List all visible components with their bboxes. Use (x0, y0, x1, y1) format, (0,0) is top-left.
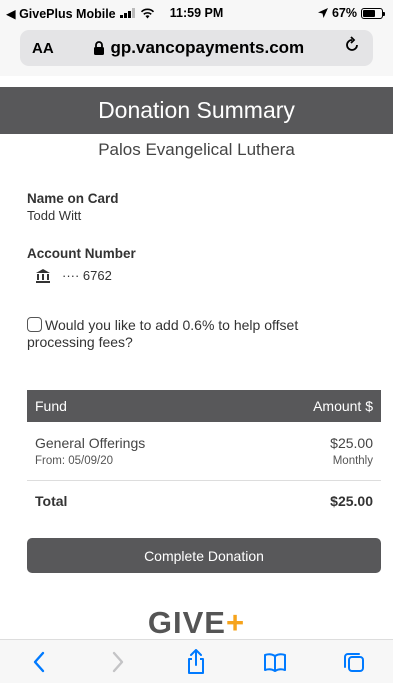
amount-column-header: Amount $ (313, 398, 373, 414)
status-bar: ◀ GivePlus Mobile 11:59 PM 67% (0, 0, 393, 26)
browser-chrome: AA gp.vancopayments.com (0, 26, 393, 76)
battery-percent: 67% (331, 6, 357, 20)
processing-fee-question: Would you like to add 0.6% to help offse… (27, 317, 299, 350)
location-arrow-icon (317, 8, 328, 18)
address-bar[interactable]: AA gp.vancopayments.com (20, 30, 373, 66)
fund-frequency: Monthly (332, 455, 373, 467)
tabs-button[interactable] (334, 642, 374, 682)
processing-fee-checkbox[interactable] (27, 317, 42, 332)
status-right: 67% (317, 6, 385, 20)
total-value: $25.00 (330, 493, 373, 509)
complete-donation-button[interactable]: Complete Donation (27, 538, 381, 573)
reload-button[interactable] (343, 36, 361, 60)
processing-fee-option[interactable]: Would you like to add 0.6% to help offse… (27, 317, 357, 351)
bookmarks-button[interactable] (255, 642, 295, 682)
url-field[interactable]: gp.vancopayments.com (93, 38, 305, 58)
name-on-card-label: Name on Card (27, 191, 119, 206)
back-to-app-link[interactable]: ◀ GivePlus Mobile (6, 6, 116, 21)
back-button[interactable] (19, 642, 59, 682)
tabs-icon (343, 652, 364, 672)
reader-view-button[interactable]: AA (32, 40, 54, 57)
reload-icon (346, 36, 358, 51)
bank-icon (36, 268, 50, 283)
organization-name: Palos Evangelical Luthera (98, 140, 295, 159)
cellular-signal-icon (119, 8, 135, 18)
logo-plus: + (225, 605, 246, 639)
share-icon (188, 648, 205, 674)
fund-name: General Offerings (35, 435, 146, 451)
account-number-label: Account Number (27, 246, 136, 261)
account-number-value: ···· 6762 (62, 268, 112, 283)
logo-text: GIVE (147, 605, 226, 639)
forward-button[interactable] (98, 642, 138, 682)
page-title-banner: Donation Summary (0, 87, 393, 134)
chevron-right-icon (112, 651, 124, 672)
giveplus-logo: GIVE+ (0, 605, 393, 639)
fund-amount: $25.00 (330, 435, 373, 451)
url-text: gp.vancopayments.com (110, 38, 305, 57)
battery-icon (361, 7, 385, 19)
book-icon (264, 652, 287, 672)
fund-column-header: Fund (35, 398, 67, 414)
fund-table-header: Fund Amount $ (27, 390, 381, 422)
page-title: Donation Summary (98, 97, 295, 123)
fund-start-date: From: 05/09/20 (35, 455, 113, 467)
name-on-card-value: Todd Witt (27, 208, 82, 223)
lock-icon (93, 40, 104, 55)
table-row: General Offerings $25.00 From: 05/09/20 … (27, 425, 381, 481)
chevron-left-icon (34, 651, 45, 672)
browser-toolbar (0, 639, 393, 683)
wifi-icon (140, 8, 154, 18)
account-number-row: ···· 6762 (36, 268, 112, 283)
battery-fill (363, 9, 376, 17)
status-left[interactable]: ◀ GivePlus Mobile (6, 6, 155, 21)
share-button[interactable] (176, 642, 216, 682)
total-label: Total (35, 493, 68, 509)
total-row: Total $25.00 (27, 485, 381, 517)
